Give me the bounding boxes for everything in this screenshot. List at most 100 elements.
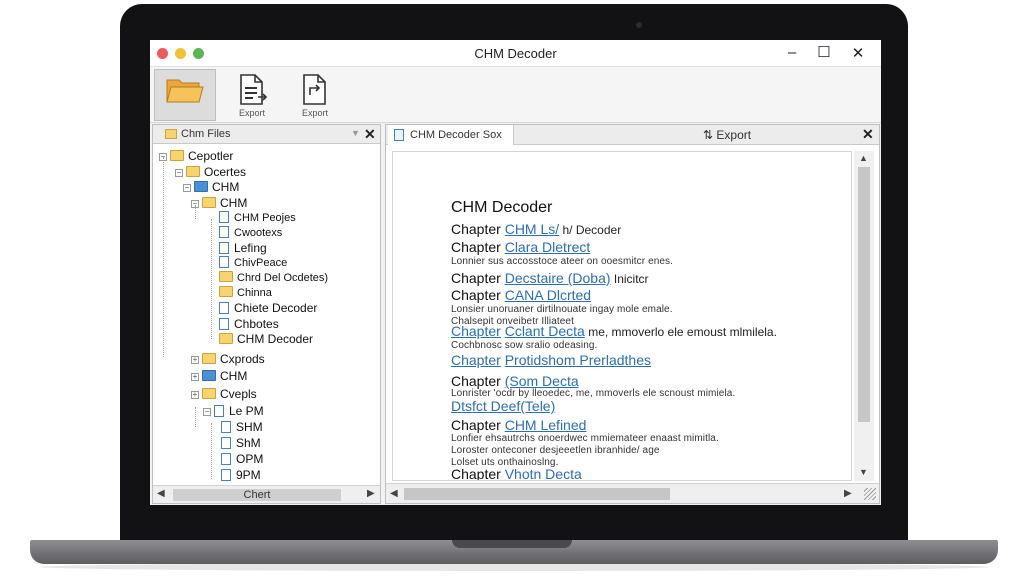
close-button[interactable]: ✕ xyxy=(848,44,868,62)
chapter-link[interactable]: Decstaire (Doba) xyxy=(505,270,611,286)
close-pane-icon[interactable]: ✕ xyxy=(364,126,376,143)
chapter-link[interactable]: Vhotn Decta xyxy=(505,466,582,480)
tree-node[interactable]: SHM xyxy=(221,420,263,435)
chapter-word: Chapter xyxy=(451,239,501,255)
document-icon xyxy=(214,405,224,417)
chapter-line: Chapter CHM Lefined xyxy=(451,417,586,433)
tree-node[interactable]: Cwootexs xyxy=(219,226,282,241)
chapter-line: Chapter (Som Decta xyxy=(451,373,579,389)
expand-icon[interactable]: + xyxy=(191,373,199,381)
tree-node[interactable]: − Cepotler xyxy=(159,149,233,164)
export-label: Export xyxy=(238,108,265,118)
tree-guide xyxy=(211,219,212,339)
window-title: CHM Decoder xyxy=(474,46,557,61)
collapse-icon[interactable]: − xyxy=(203,408,211,416)
scroll-right-icon[interactable]: ▶ xyxy=(844,488,852,499)
tree-node[interactable]: + Cxprods xyxy=(191,352,265,367)
tree-node[interactable]: ShM xyxy=(221,436,261,451)
tree-node[interactable]: + CHM xyxy=(191,369,247,384)
scroll-left-icon[interactable]: ◀ xyxy=(390,488,398,499)
resize-grip-icon[interactable] xyxy=(864,488,876,500)
document-tab[interactable]: CHM Decoder Sox xyxy=(388,125,514,145)
tree-node[interactable]: − CHM xyxy=(191,196,247,211)
collapse-icon[interactable]: − xyxy=(191,200,199,208)
close-tab-icon[interactable]: ✕ xyxy=(862,126,874,143)
tree-node[interactable]: − CHM xyxy=(183,180,239,195)
folder-icon xyxy=(202,197,216,208)
expand-icon[interactable]: + xyxy=(191,391,199,399)
open-folder-button[interactable] xyxy=(154,69,216,121)
document-icon xyxy=(219,318,229,330)
tree-node[interactable]: Chbotes xyxy=(219,317,279,332)
tree-node[interactable]: Chinna xyxy=(219,286,272,301)
tree-guide xyxy=(195,407,196,427)
document-icon xyxy=(221,453,231,465)
folder-icon xyxy=(219,286,233,297)
tree-node-label: Chinna xyxy=(237,287,272,299)
tree-node-label: Chrd Del Ocdetes) xyxy=(237,272,329,284)
chapter-link[interactable]: Protidshom Prerladthes xyxy=(505,352,651,368)
collapse-icon[interactable]: − xyxy=(175,169,183,177)
chapter-word: Chapter xyxy=(451,417,501,433)
scroll-thumb[interactable] xyxy=(858,167,870,422)
scroll-up-icon[interactable]: ▲ xyxy=(859,153,868,163)
folder-icon xyxy=(202,353,216,364)
chapter-word: Chapter xyxy=(451,221,501,237)
document-vertical-scrollbar[interactable]: ▲ ▼ xyxy=(854,151,874,481)
tree-node[interactable]: Chrd Del Ocdetes) xyxy=(219,271,328,286)
tree-node[interactable]: OPM xyxy=(221,452,263,467)
scroll-thumb[interactable]: Chert xyxy=(173,489,341,501)
folder-icon xyxy=(219,271,233,282)
tree-node[interactable]: Chiete Decoder xyxy=(219,301,317,316)
chapter-link[interactable]: CHM Lefined xyxy=(505,417,587,433)
tree-node[interactable]: − Ocertes xyxy=(175,165,246,180)
chapter-line: Chapter Vhotn Decta xyxy=(451,466,582,480)
tree-node[interactable]: 9PM xyxy=(221,468,261,483)
chapter-description: Cochbnosc sow sralio odeasing. xyxy=(451,340,598,351)
export-arrow-icon xyxy=(303,74,326,105)
chapter-link[interactable]: Dtsfct Deef(Tele) xyxy=(451,398,555,414)
export-button[interactable]: Export xyxy=(221,69,283,121)
document-icon xyxy=(221,469,231,481)
scroll-left-icon[interactable]: ◀ xyxy=(157,488,165,499)
document-header: CHM Decoder Sox ⇅ Export ✕ xyxy=(386,125,879,145)
collapse-icon[interactable]: − xyxy=(183,184,191,192)
document-view: CHM Decoder Chapter CHM Ls/ h/ Decoder C… xyxy=(392,151,852,481)
expand-icon[interactable]: + xyxy=(191,356,199,364)
scroll-right-icon[interactable]: ▶ xyxy=(367,488,375,499)
chapter-rest: me, mmoverlo ele emoust mlmilela. xyxy=(584,325,777,339)
chapter-description: Lonsier unoruaner dirtilnouate ingay mol… xyxy=(451,304,673,315)
document-icon xyxy=(219,226,229,238)
tree-node-label: OPM xyxy=(236,452,264,466)
export-icon: ⇅ xyxy=(703,128,714,142)
chapter-link[interactable]: Clara Dletrect xyxy=(505,239,591,255)
tree-node[interactable]: CHM Peojes xyxy=(219,211,296,226)
minimize-button[interactable]: – xyxy=(782,44,802,61)
chapter-line: Dtsfct Deef(Tele) xyxy=(451,398,555,414)
export-arrow-button[interactable]: Export xyxy=(284,69,346,121)
collapse-icon[interactable]: − xyxy=(159,153,167,161)
document-icon xyxy=(219,302,229,314)
tree-node-label: CHM xyxy=(220,369,248,383)
scroll-down-icon[interactable]: ▼ xyxy=(859,467,868,477)
chapter-link[interactable]: CHM Ls/ xyxy=(505,221,559,237)
tree-horizontal-scrollbar[interactable]: ◀ Chert ▶ xyxy=(153,485,380,503)
scroll-thumb[interactable] xyxy=(404,488,670,500)
tree-node[interactable]: − Le PM xyxy=(203,404,264,419)
chapter-link[interactable]: CANA Dlcrted xyxy=(505,287,591,303)
tree-node[interactable]: ChivPeace xyxy=(219,256,287,271)
chapter-link[interactable]: (Som Decta xyxy=(505,373,579,389)
chevron-down-icon[interactable]: ▼ xyxy=(351,128,360,138)
chapter-word: Chapter xyxy=(451,352,501,368)
export-link-button[interactable]: ⇅ Export xyxy=(703,128,751,142)
maximize-button[interactable]: ☐ xyxy=(814,43,834,61)
webcam xyxy=(636,22,642,28)
tree-node[interactable]: Lefing xyxy=(219,241,267,256)
tree-node[interactable]: CHM Decoder xyxy=(219,332,313,347)
document-horizontal-scrollbar[interactable]: ◀ ▶ xyxy=(386,483,879,503)
tree-node[interactable]: + Cvepls xyxy=(191,387,257,402)
document-icon xyxy=(219,242,229,254)
tree-guide xyxy=(211,423,212,479)
chapter-rest: Inicitcr xyxy=(610,272,649,286)
chapter-link[interactable]: Cclant Decta xyxy=(505,323,585,339)
